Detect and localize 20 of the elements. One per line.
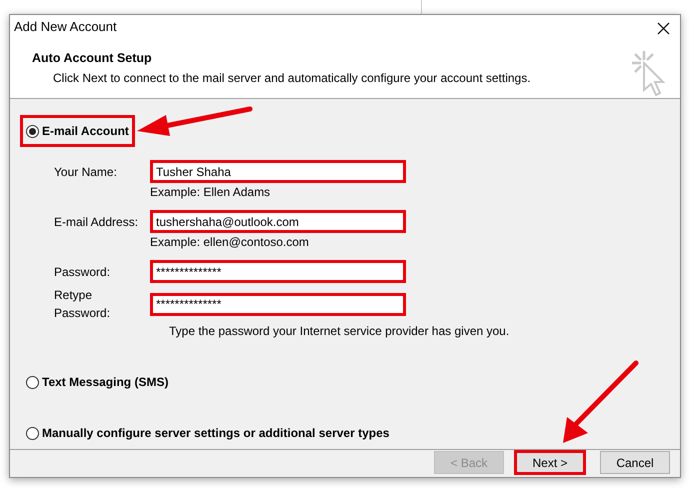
field-label: Your Name: xyxy=(54,164,118,180)
section-title: Auto Account Setup xyxy=(32,50,153,67)
hint-text: Example: Ellen Adams xyxy=(150,184,272,201)
field-label: Password: xyxy=(54,264,112,280)
field-label: E-mail Address: xyxy=(54,214,140,230)
input-field[interactable]: ************** xyxy=(150,292,406,316)
radio-option[interactable]: E-mail Account xyxy=(20,115,135,147)
hint-text: Example: ellen@contoso.com xyxy=(150,234,310,251)
hint-text: Type the password your Internet service provider has given you. xyxy=(169,323,510,340)
radio-option[interactable]: Text Messaging (SMS) xyxy=(20,366,174,398)
close-icon xyxy=(656,22,670,35)
dialog-button[interactable]: Cancel xyxy=(600,451,670,474)
field-label: Retype Password: xyxy=(54,287,112,322)
section-description: Click Next to connect to the mail server and automatically configure your account settings. xyxy=(52,70,531,87)
window-title: Add New Account xyxy=(14,18,117,36)
input-field[interactable]: tushershaha@outlook.com xyxy=(150,210,406,233)
dialog-button[interactable]: Next > xyxy=(514,450,586,475)
input-field[interactable]: Tusher Shaha xyxy=(150,160,406,183)
input-field[interactable]: ************** xyxy=(150,260,406,283)
radio-option[interactable]: Manually configure server settings or additional server types xyxy=(20,417,396,449)
